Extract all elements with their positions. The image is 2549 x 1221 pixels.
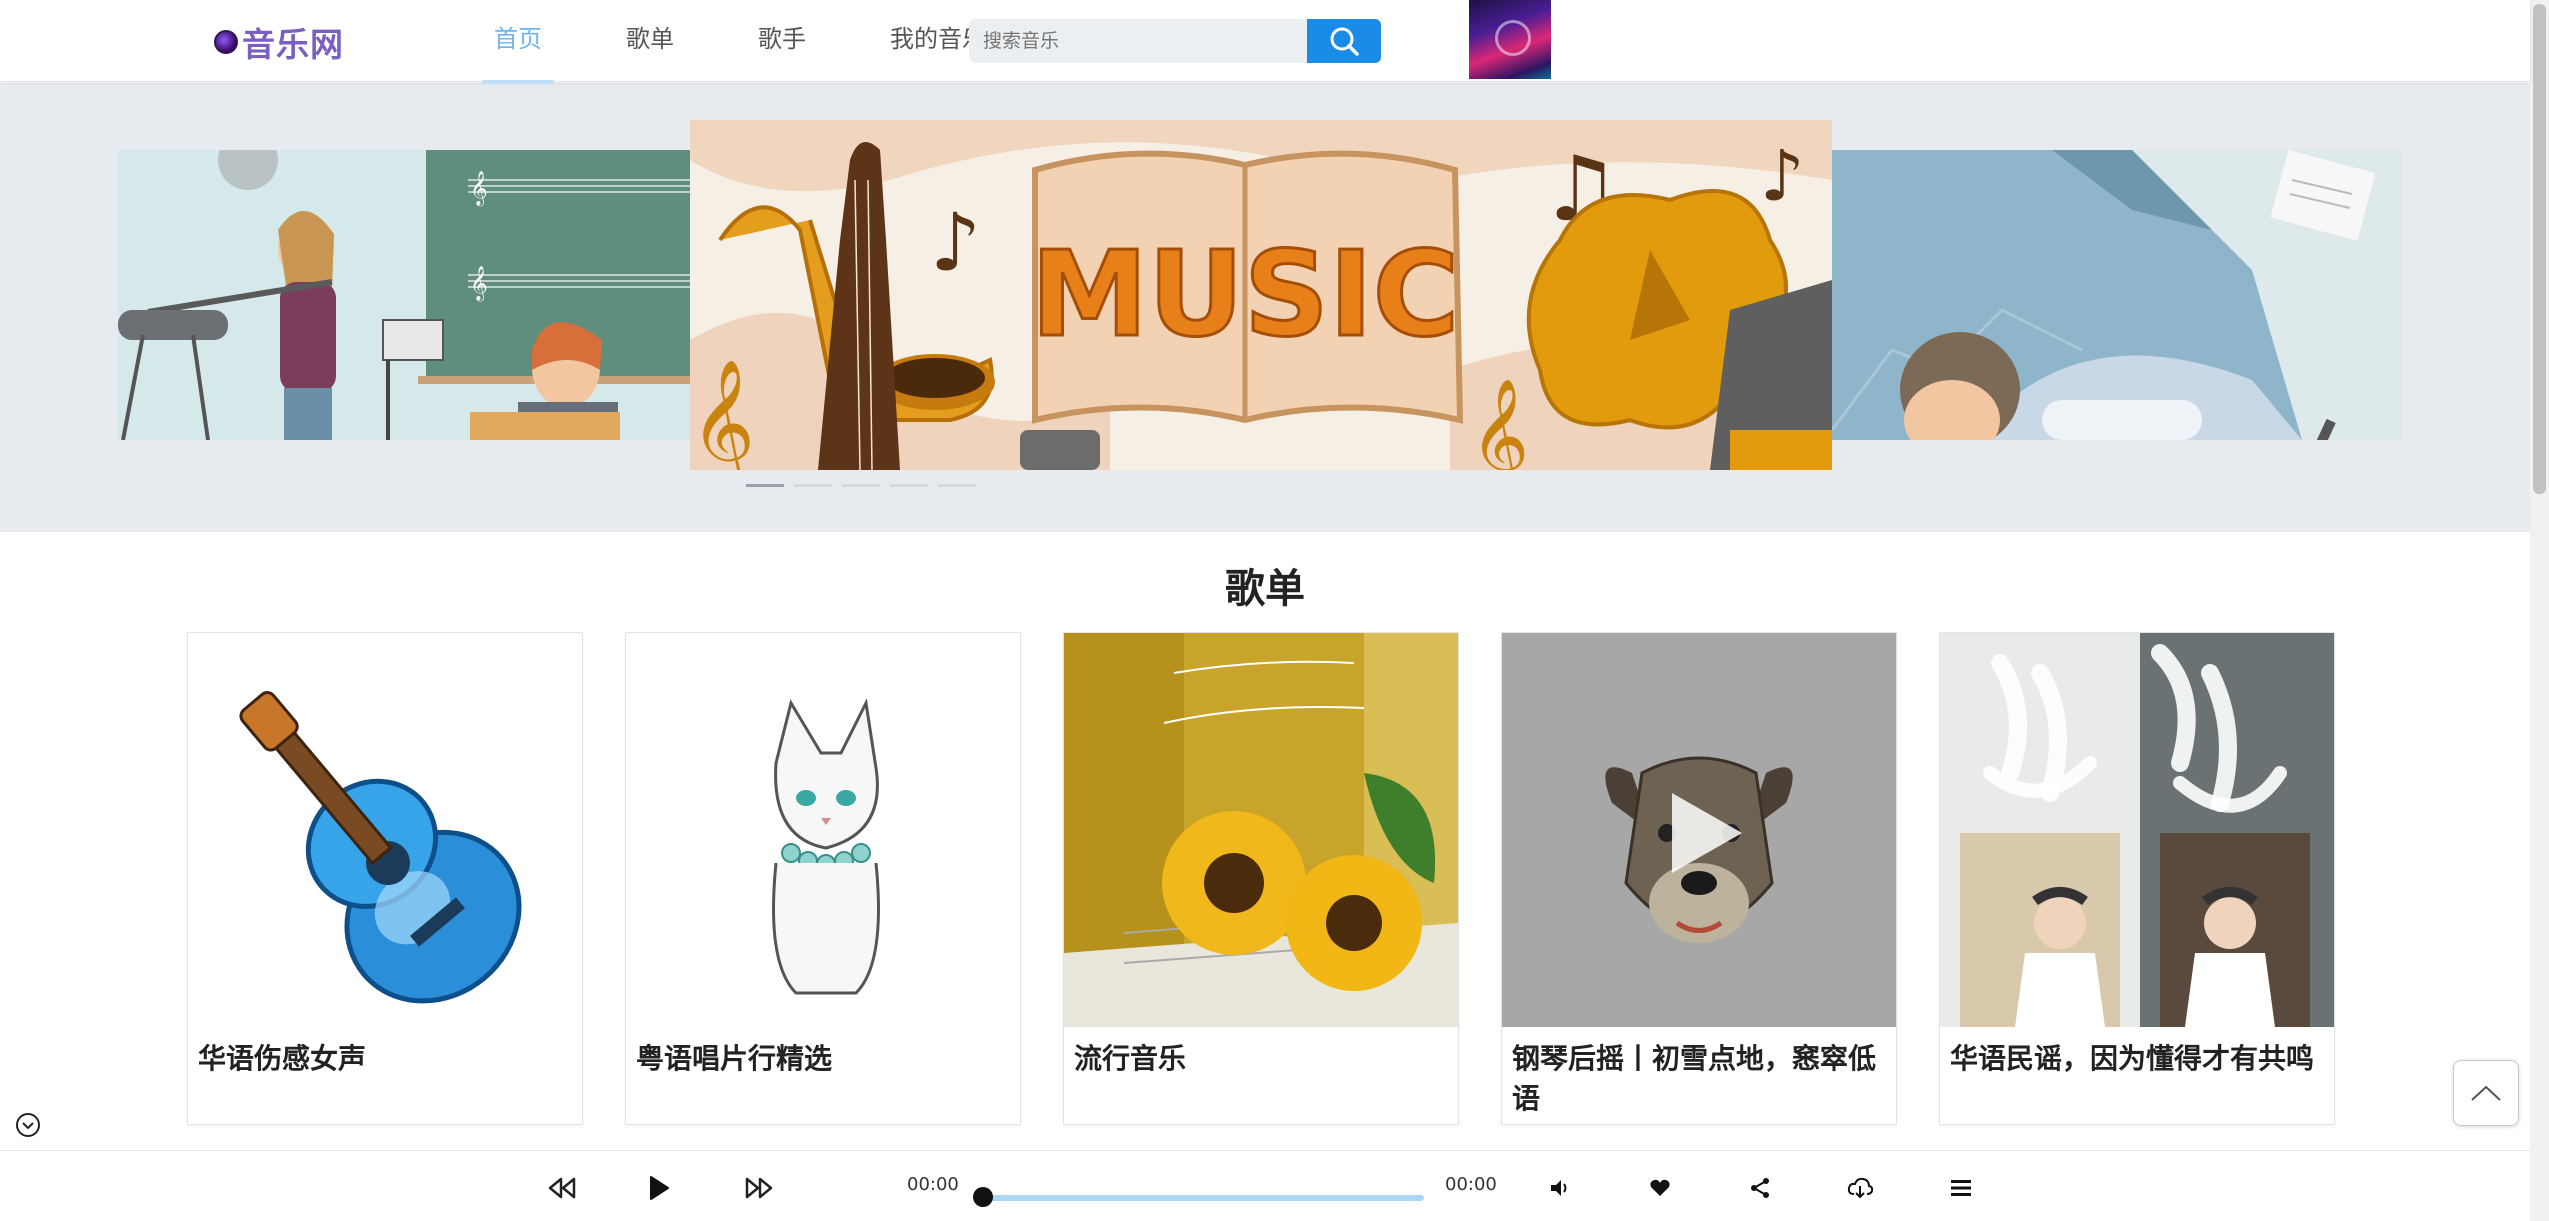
svg-text:𝄞: 𝄞 <box>690 358 755 470</box>
playlist-menu-button[interactable] <box>1944 1171 1978 1205</box>
collapse-player-button[interactable] <box>15 1112 41 1138</box>
search-icon <box>1330 27 1359 56</box>
svg-text:𝄞: 𝄞 <box>470 171 488 207</box>
playlist-cover <box>1064 633 1458 1027</box>
nav-item-playlists[interactable]: 歌单 <box>602 0 698 82</box>
carousel-dot[interactable] <box>842 484 880 487</box>
share-icon <box>1751 1178 1769 1198</box>
svg-text:♪: ♪ <box>1760 135 1805 217</box>
nav-item-singers[interactable]: 歌手 <box>734 0 830 82</box>
playlist-cover <box>626 633 1020 1027</box>
total-time: 00:00 <box>1445 1174 1497 1195</box>
fast-forward-icon <box>745 1177 773 1199</box>
carousel-dot[interactable] <box>794 484 832 487</box>
playlist-title: 粤语唱片行精选 <box>636 1042 833 1075</box>
scrollbar-thumb[interactable] <box>2533 4 2546 494</box>
playlist-card[interactable]: 华语伤感女声 <box>187 632 583 1125</box>
playlist-grid: 华语伤感女声 粤语唱片行精选 流行音乐 钢琴后摇丨初雪点地，窸窣低语 华语民谣，… <box>187 632 2377 1125</box>
playlist-card[interactable]: 华语民谣，因为懂得才有共鸣 <box>1939 632 2335 1125</box>
playlist-title: 华语伤感女声 <box>198 1042 367 1075</box>
like-button[interactable] <box>1643 1171 1677 1205</box>
svg-text:𝄞: 𝄞 <box>1470 377 1529 470</box>
play-icon <box>650 1176 669 1200</box>
next-track-button[interactable] <box>742 1171 776 1205</box>
page-scrollbar[interactable] <box>2530 0 2549 1221</box>
sunflower-image <box>1064 633 1458 1027</box>
chevron-up-icon <box>2471 1085 2501 1101</box>
rewind-icon <box>548 1177 576 1199</box>
site-logo[interactable]: 音乐网 <box>214 18 344 66</box>
play-button[interactable] <box>642 1171 676 1205</box>
svg-text:♪: ♪ <box>930 196 981 289</box>
top-header: 音乐网 首页 歌单 歌手 我的音乐 <box>0 0 2530 84</box>
volume-icon <box>1551 1180 1567 1196</box>
playlist-card[interactable]: 粤语唱片行精选 <box>625 632 1021 1125</box>
album-poster-image <box>1940 633 2334 1027</box>
search-bar <box>969 19 1381 63</box>
study-illustration <box>1832 150 2402 440</box>
progress-bar[interactable] <box>982 1195 1424 1201</box>
playlist-cover <box>1502 633 1896 1027</box>
page: 音乐网 首页 歌单 歌手 我的音乐 搜索音乐 𝄞 𝄞 ♪ 𝄞 ♫ ♪ 𝄞 MUS… <box>0 0 2549 1221</box>
playlist-cover <box>188 633 582 1027</box>
section-title: 歌单 <box>1225 566 1305 612</box>
playlist-card[interactable]: 钢琴后摇丨初雪点地，窸窣低语 <box>1501 632 1897 1125</box>
previous-track-button[interactable] <box>545 1171 579 1205</box>
carousel-dot[interactable] <box>746 484 784 487</box>
playlist-cover <box>1940 633 2334 1027</box>
search-input[interactable] <box>969 19 1307 63</box>
carousel-indicators <box>746 484 986 487</box>
carousel-slide-prev[interactable]: 𝄞 𝄞 <box>118 150 692 440</box>
play-overlay-icon[interactable] <box>1502 633 1896 1027</box>
back-to-top-button[interactable] <box>2453 1060 2519 1126</box>
playlist-title: 华语民谣，因为懂得才有共鸣 <box>1950 1042 2315 1075</box>
search-button[interactable] <box>1307 19 1381 63</box>
share-button[interactable] <box>1743 1171 1777 1205</box>
main-nav: 首页 歌单 歌手 我的音乐 <box>470 0 1046 84</box>
music-player-bar: 00:00 00:00 <box>0 1150 2530 1221</box>
carousel-slide-current[interactable]: ♪ 𝄞 ♫ ♪ 𝄞 MUSIC <box>690 120 1832 470</box>
logo-text: 音乐网 <box>242 25 344 64</box>
download-button[interactable] <box>1843 1171 1877 1205</box>
playlist-card[interactable]: 流行音乐 <box>1063 632 1459 1125</box>
carousel-slide-next[interactable] <box>1832 150 2402 440</box>
music-banner-illustration: ♪ 𝄞 ♫ ♪ 𝄞 MUSIC <box>690 120 1832 470</box>
progress-knob[interactable] <box>973 1187 993 1207</box>
logo-disc-icon <box>214 30 238 54</box>
banner-carousel: 𝄞 𝄞 ♪ 𝄞 ♫ ♪ 𝄞 MUSIC <box>0 83 2530 532</box>
user-avatar[interactable] <box>1469 0 1551 79</box>
carousel-dot[interactable] <box>938 484 976 487</box>
banner-headline: MUSIC <box>1031 225 1460 363</box>
playlist-title: 钢琴后摇丨初雪点地，窸窣低语 <box>1512 1042 1877 1115</box>
chevron-down-circle-icon <box>16 1113 40 1137</box>
cloud-download-icon <box>1847 1177 1873 1199</box>
guitar-image <box>188 633 582 1027</box>
menu-icon <box>1951 1180 1971 1196</box>
music-class-illustration: 𝄞 𝄞 <box>118 150 692 440</box>
carousel-dot[interactable] <box>890 484 928 487</box>
heart-icon <box>1650 1179 1670 1196</box>
nav-item-home[interactable]: 首页 <box>470 0 566 84</box>
svg-text:𝄞: 𝄞 <box>470 266 488 302</box>
volume-button[interactable] <box>1543 1171 1577 1205</box>
cat-image <box>626 633 1020 1027</box>
current-time: 00:00 <box>907 1174 959 1195</box>
playlist-title: 流行音乐 <box>1074 1042 1187 1075</box>
